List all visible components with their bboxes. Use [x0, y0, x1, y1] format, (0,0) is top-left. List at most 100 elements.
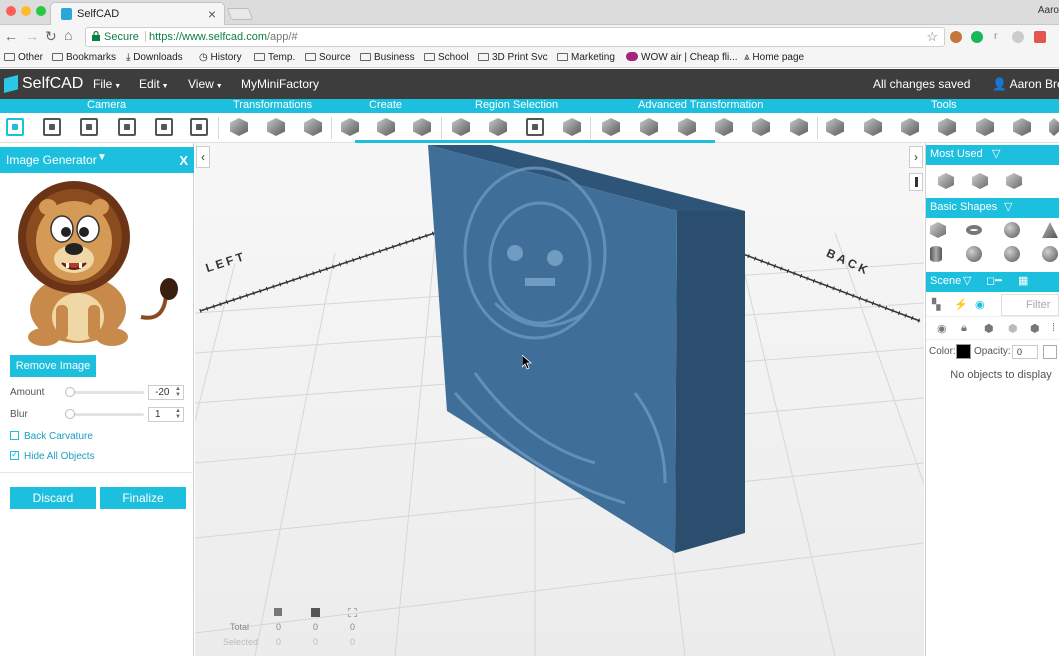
bookmark-home-page[interactable]: ⩓ Home page	[744, 52, 804, 63]
spinner-icon[interactable]: ▲ ▼	[175, 386, 181, 398]
camera-fit-icon[interactable]	[190, 118, 208, 136]
shape-torus-icon[interactable]	[966, 225, 982, 235]
menu-myminifactory[interactable]: MyMiniFactory	[241, 77, 319, 91]
discard-button[interactable]: Discard	[10, 487, 96, 509]
blur-slider-handle[interactable]	[65, 409, 75, 419]
bookmark-3d-print-svc[interactable]: 3D Print Svc	[478, 52, 548, 63]
recent-shape-box-icon[interactable]	[972, 173, 988, 189]
bookmark-downloads[interactable]: ⤓ Downloads	[126, 52, 183, 63]
extension-r-icon[interactable]: r	[994, 31, 1006, 43]
bookmark-business[interactable]: Business	[360, 52, 415, 63]
color-swatch[interactable]	[956, 344, 971, 359]
amount-slider-handle[interactable]	[65, 387, 75, 397]
visibility-icon[interactable]: ◉	[937, 322, 947, 335]
scene-eye-icon[interactable]: ◉	[975, 298, 985, 311]
3d-viewport[interactable]: LEFT BACK ‹ › Total 0 0 0 Selected 0 0 0	[195, 143, 924, 656]
material-column-icon[interactable]: ⬢	[1030, 322, 1040, 335]
camera-hand-icon[interactable]	[80, 118, 98, 136]
hide-all-objects-checkbox[interactable]: Hide All Objects	[10, 449, 95, 462]
spinner-icon[interactable]: ▲ ▼	[175, 408, 181, 420]
recent-image-generator-icon[interactable]	[1006, 173, 1022, 189]
browser-profile[interactable]: Aaro	[1038, 5, 1059, 16]
category-advanced-transformation[interactable]: Advanced Transformation	[638, 99, 763, 111]
bevel-icon[interactable]	[678, 118, 696, 136]
bookmark-history[interactable]: ◷ History	[199, 52, 242, 63]
shape-sphere-icon[interactable]	[1004, 222, 1020, 238]
shape-cylinder-icon[interactable]	[930, 246, 942, 262]
tool-5-icon[interactable]	[976, 118, 994, 136]
scale-tool-icon[interactable]	[267, 118, 285, 136]
minimize-window-icon[interactable]	[21, 6, 31, 16]
amount-slider[interactable]	[65, 387, 144, 397]
home-icon[interactable]: ⌂	[64, 27, 72, 43]
menu-edit[interactable]: Edit ▼	[139, 77, 169, 91]
menu-file[interactable]: File ▼	[93, 77, 121, 91]
shape-polyhedron-icon[interactable]	[1042, 246, 1058, 262]
filter-funnel-icon[interactable]: ▽	[963, 274, 971, 287]
address-bar[interactable]: Secure | https://www.selfcad.com/app/# ☆	[85, 27, 945, 47]
caret-down-icon[interactable]: ▼	[97, 152, 107, 163]
tab-close-button[interactable]: ×	[208, 6, 216, 22]
category-camera[interactable]: Camera	[87, 99, 126, 111]
tool-2-icon[interactable]	[864, 118, 882, 136]
rotate-tool-icon[interactable]	[304, 118, 322, 136]
category-transformations[interactable]: Transformations	[233, 99, 312, 111]
tool-7-icon[interactable]	[1049, 118, 1059, 136]
blur-input[interactable]: 1 ▲ ▼	[148, 407, 184, 422]
bookmark-school[interactable]: School	[424, 52, 469, 63]
recent-shape-cube-icon[interactable]	[938, 173, 954, 189]
expand-right-panel-button[interactable]: ›	[909, 146, 923, 168]
category-region-selection[interactable]: Region Selection	[475, 99, 558, 111]
scene-objects-icon[interactable]: ▚	[932, 298, 940, 311]
bend-icon[interactable]	[790, 118, 808, 136]
panel-close-button[interactable]: X	[179, 153, 188, 168]
most-used-header[interactable]: Most Used ▽	[926, 145, 1059, 165]
shape-cone-icon[interactable]	[1042, 222, 1058, 238]
create-import-icon[interactable]	[413, 118, 431, 136]
remove-image-button[interactable]: Remove Image	[10, 355, 96, 377]
viewport-toggle-button[interactable]	[909, 173, 923, 191]
grammarly-icon[interactable]	[971, 31, 983, 43]
camera-pan-icon[interactable]	[6, 118, 24, 136]
bookmark-source[interactable]: Source	[305, 52, 351, 63]
bookmark-other[interactable]: Other	[4, 52, 43, 63]
taper-icon[interactable]	[715, 118, 733, 136]
tool-3-icon[interactable]	[901, 118, 919, 136]
bookmark-marketing[interactable]: Marketing	[557, 52, 615, 63]
browser-tab[interactable]: SelfCAD ×	[50, 2, 225, 25]
close-window-icon[interactable]	[6, 6, 16, 16]
category-create[interactable]: Create	[369, 99, 402, 111]
new-tab-button[interactable]	[226, 8, 254, 20]
camera-reset-icon[interactable]	[155, 118, 173, 136]
back-arrow-icon[interactable]: ←	[4, 28, 18, 44]
collapse-left-panel-button[interactable]: ‹	[196, 146, 210, 168]
finalize-button[interactable]: Finalize	[100, 487, 186, 509]
scene-link-icon[interactable]: ⚡	[954, 298, 968, 311]
reload-icon[interactable]: ↻	[45, 28, 57, 45]
category-tools[interactable]: Tools	[931, 99, 957, 111]
maximize-window-icon[interactable]	[36, 6, 46, 16]
more-column-icon[interactable]: ⁞	[1052, 322, 1055, 334]
bookmark-wow-air[interactable]: WOW air | Cheap fli...	[626, 52, 738, 63]
user-menu[interactable]: 👤 Aaron Breu	[992, 77, 1059, 91]
extension-icon[interactable]	[950, 31, 962, 43]
tool-6-icon[interactable]	[1013, 118, 1031, 136]
menu-view[interactable]: View ▼	[188, 77, 223, 91]
basic-shapes-header[interactable]: Basic Shapes ▽	[926, 198, 1059, 218]
camera-zoom-icon[interactable]	[43, 118, 61, 136]
scene-toggle-icon[interactable]: ◻━	[986, 274, 1002, 287]
tool-1-icon[interactable]	[826, 118, 844, 136]
filter-funnel-icon[interactable]: ▽	[992, 147, 1000, 160]
camera-rotate-icon[interactable]	[118, 118, 136, 136]
bookmark-bookmarks[interactable]: Bookmarks	[52, 52, 116, 63]
select-vertex-icon[interactable]	[452, 118, 470, 136]
select-object-icon[interactable]	[563, 118, 581, 136]
forward-arrow-icon[interactable]: →	[25, 28, 39, 44]
extension-red-icon[interactable]	[1034, 31, 1046, 43]
extension-gray-icon[interactable]	[1012, 31, 1024, 43]
grid-view-icon[interactable]: ▦	[1018, 274, 1028, 287]
shape-cluster-icon[interactable]	[966, 246, 982, 262]
object-column-icon[interactable]: ⬢	[984, 322, 994, 335]
blur-slider[interactable]	[65, 409, 144, 419]
tool-4-icon[interactable]	[938, 118, 956, 136]
